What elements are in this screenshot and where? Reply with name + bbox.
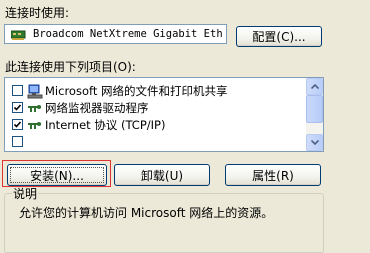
checkbox-file-printer-sharing[interactable] <box>12 85 23 96</box>
connect-using-label: 连接时使用: <box>5 6 70 20</box>
description-title: 说明 <box>12 187 39 201</box>
list-item-partial[interactable] <box>5 133 305 151</box>
list-item-label: Internet 协议 (TCP/IP) <box>45 118 166 132</box>
description-text: 允许您的计算机访问 Microsoft 网络上的资源。 <box>19 206 274 220</box>
configure-button[interactable]: 配置(C)... <box>236 26 322 47</box>
list-item-label: 网络监视器驱动程序 <box>45 101 149 115</box>
list-item-network-monitor[interactable]: 网络监视器驱动程序 <box>5 99 305 117</box>
install-button[interactable]: 安装(N)... <box>7 164 107 186</box>
components-list[interactable]: Microsoft 网络的文件和打印机共享 网络监视器驱动程序 Internet… <box>4 77 324 152</box>
components-label: 此连接使用下列项目(O): <box>5 60 136 74</box>
uninstall-button[interactable]: 卸载(U) <box>114 164 210 186</box>
network-card-icon <box>11 30 26 40</box>
adapter-field: Broadcom NetXtreme Gigabit Eth <box>4 24 227 44</box>
network-printer-icon <box>27 84 43 99</box>
list-item-tcp-ip[interactable]: Internet 协议 (TCP/IP) <box>5 116 305 134</box>
scroll-up-button[interactable] <box>306 78 323 95</box>
adapter-name: Broadcom NetXtreme Gigabit Eth <box>33 28 223 40</box>
checkmark-icon <box>13 104 22 111</box>
list-item-label: Microsoft 网络的文件和打印机共享 <box>45 84 228 98</box>
checkbox-tcp-ip[interactable] <box>12 119 23 130</box>
checkmark-icon <box>13 121 22 128</box>
protocol-icon <box>28 122 41 129</box>
description-group <box>4 193 324 253</box>
list-item-file-printer-sharing[interactable]: Microsoft 网络的文件和打印机共享 <box>5 82 305 100</box>
properties-button[interactable]: 属性(R) <box>225 164 321 186</box>
checkbox-network-monitor[interactable] <box>12 102 23 113</box>
checkbox-partial[interactable] <box>12 136 23 147</box>
dialog-edge <box>330 0 370 250</box>
chevron-down-icon <box>310 140 319 145</box>
components-scrollbar[interactable] <box>306 78 323 151</box>
chevron-up-icon <box>310 84 319 89</box>
scroll-thumb[interactable] <box>306 95 323 123</box>
scroll-down-button[interactable] <box>306 134 323 151</box>
protocol-icon <box>28 105 41 112</box>
